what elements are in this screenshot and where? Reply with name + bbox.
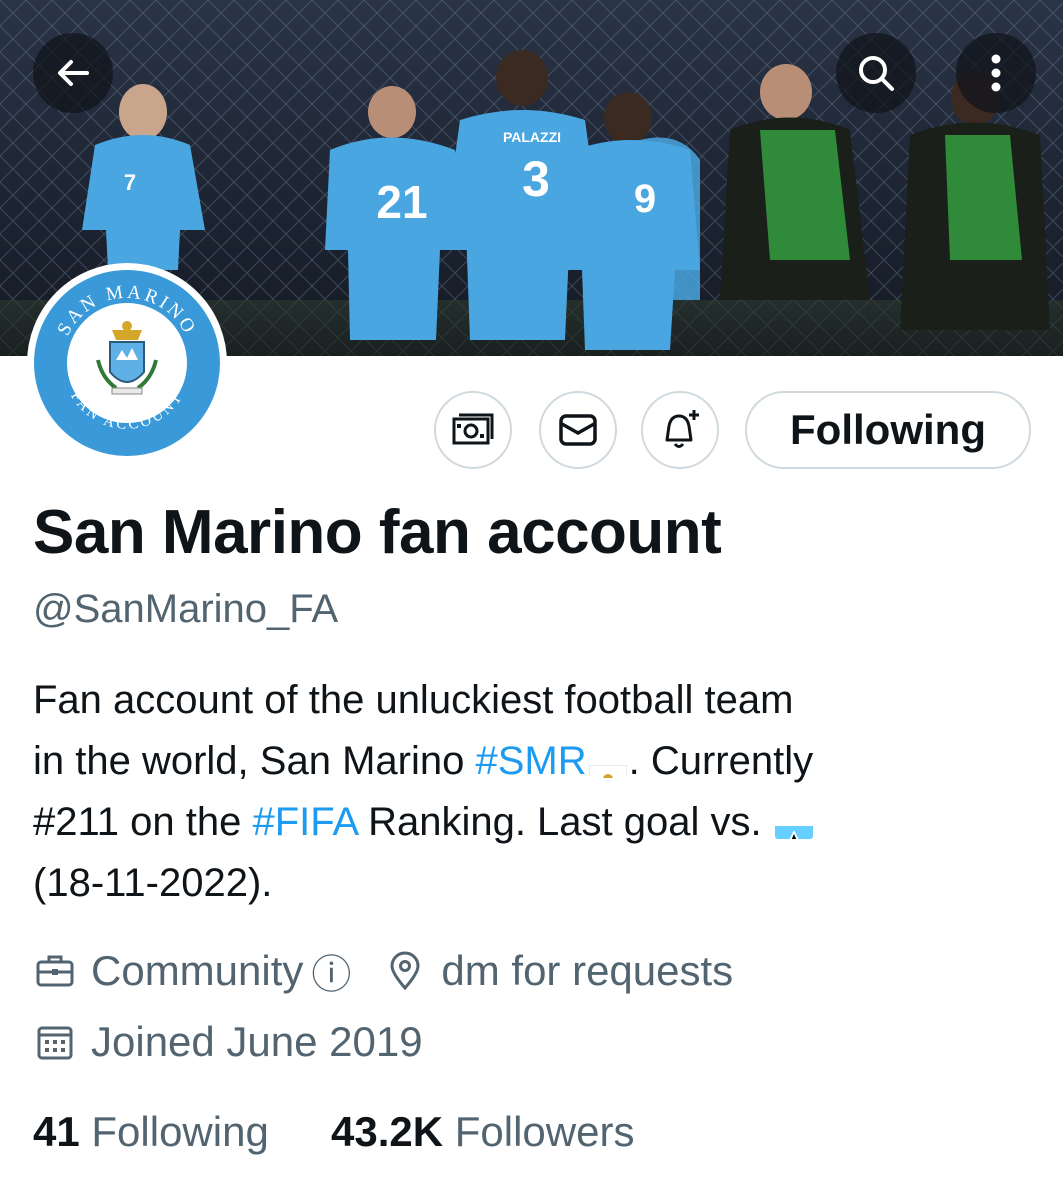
joined-date: Joined June 2019 (91, 1018, 423, 1065)
following-count: 41 (33, 1108, 80, 1155)
following-label: Following (91, 1108, 269, 1155)
briefcase-icon (33, 949, 77, 993)
search-icon (859, 56, 894, 91)
back-button[interactable] (33, 33, 113, 113)
hashtag-fifa[interactable]: #FIFA (252, 800, 357, 844)
following-stat[interactable]: 41 Following (33, 1108, 269, 1156)
jersey-number-21: 21 (376, 176, 427, 228)
bio-text: in the world, San Marino (33, 739, 476, 783)
bio-line-2: in the world, San Marino #SMR . Currently (33, 731, 1033, 792)
jersey-number-9: 9 (634, 177, 656, 221)
jersey-name: PALAZZI (503, 129, 561, 145)
jersey-number-7: 7 (124, 170, 136, 195)
avatar-logo: SAN MARINO FAN ACCOUNT (34, 270, 220, 456)
category-label: Community (91, 947, 304, 994)
location-label: dm for requests (441, 947, 734, 994)
jersey-number-3: 3 (522, 151, 550, 207)
more-vertical-icon (991, 54, 1001, 92)
meta-row-1: Community ⓘ dm for requests (33, 942, 733, 1000)
location-pin-icon (383, 949, 427, 993)
display-name: San Marino fan account (33, 498, 722, 567)
notifications-button[interactable] (641, 391, 719, 469)
bio-line-4: (18-11-2022). (33, 861, 273, 905)
bio-text: #211 on the (33, 800, 253, 844)
search-button[interactable] (836, 33, 916, 113)
more-button[interactable] (956, 33, 1036, 113)
hashtag-smr[interactable]: #SMR (475, 739, 586, 783)
meta-row-2: Joined June 2019 (33, 1018, 423, 1066)
handle: @SanMarino_FA (33, 587, 339, 631)
bio: Fan account of the unluckiest football t… (33, 670, 1033, 914)
bio-text: Ranking. Last goal vs. (356, 800, 773, 844)
message-button[interactable] (539, 391, 617, 469)
back-arrow-icon (58, 60, 89, 86)
followers-count: 43.2K (331, 1108, 444, 1155)
saint-lucia-flag-icon (774, 811, 813, 839)
bio-line-3: #211 on the #FIFA Ranking. Last goal vs. (33, 792, 1033, 853)
money-icon (452, 413, 494, 445)
followers-stat[interactable]: 43.2K Followers (331, 1108, 634, 1156)
bell-plus-icon (665, 410, 699, 448)
info-icon[interactable]: ⓘ (311, 942, 351, 1000)
envelope-icon (559, 414, 597, 446)
avatar[interactable]: SAN MARINO FAN ACCOUNT (27, 263, 227, 463)
subscribe-button[interactable] (434, 391, 512, 469)
followers-label: Followers (454, 1108, 635, 1155)
following-button-label: Following (790, 406, 986, 453)
bio-text: . Currently (628, 739, 814, 783)
calendar-icon (33, 1020, 77, 1064)
following-button[interactable]: Following (745, 391, 1031, 469)
san-marino-flag-icon (588, 750, 627, 778)
bio-line-1: Fan account of the unluckiest football t… (33, 678, 794, 722)
